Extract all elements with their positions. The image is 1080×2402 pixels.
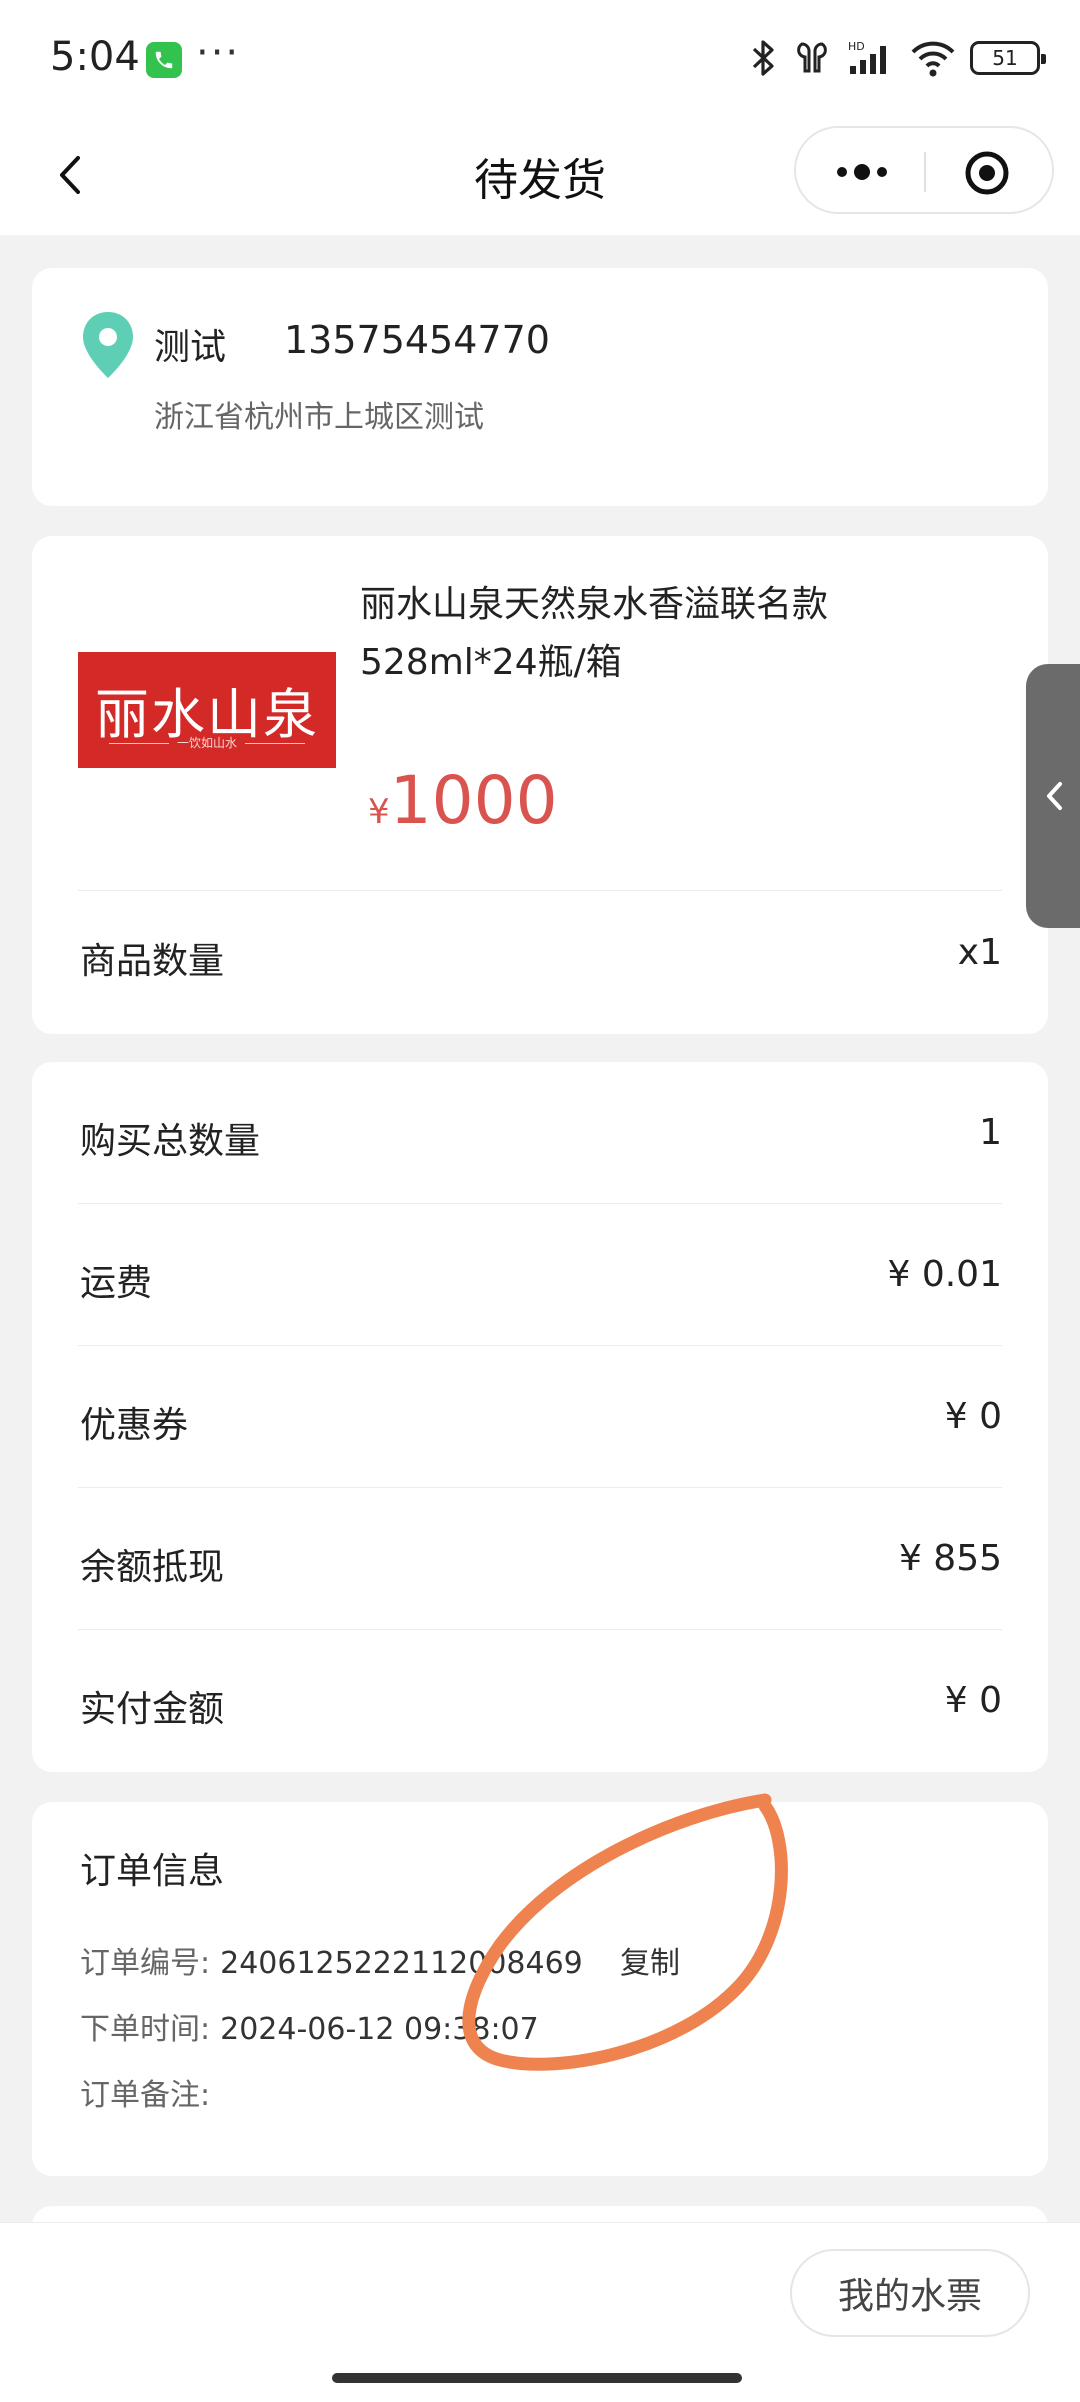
summary-row-coupon[interactable]: 优惠券 ¥ 0 xyxy=(32,1346,1048,1488)
order-number-value: 2406125222112008469 xyxy=(220,1946,583,1981)
summary-label: 购买总数量 xyxy=(80,1121,261,1162)
bluetooth-icon xyxy=(752,40,774,76)
summary-value: ¥ 0 xyxy=(944,1680,1002,1721)
chevron-left-icon xyxy=(1047,782,1062,810)
order-time-label: 下单时间: xyxy=(80,2012,211,2047)
product-price: ¥1000 xyxy=(368,762,558,839)
hd-signal-icon: HD xyxy=(848,40,886,74)
status-overflow-text: ··· xyxy=(196,30,241,76)
phone-call-icon xyxy=(146,42,182,78)
summary-label: 余额抵现 xyxy=(80,1547,225,1588)
summary-row-balance: 余额抵现 ¥ 855 xyxy=(32,1488,1048,1630)
side-drawer-tab[interactable] xyxy=(1026,664,1080,928)
order-summary-card: 购买总数量 1 运费 ¥ 0.01 优惠券 ¥ 0 余额抵现 ¥ 855 实付金… xyxy=(32,1062,1048,1772)
my-water-ticket-button[interactable]: 我的水票 xyxy=(790,2249,1030,2337)
location-pin-icon xyxy=(83,312,133,378)
divider xyxy=(78,890,1002,891)
mini-program-capsule xyxy=(794,126,1054,214)
status-time: 5:04 xyxy=(50,34,140,80)
home-indicator[interactable] xyxy=(332,2373,742,2383)
battery-level: 51 xyxy=(992,46,1018,70)
bottom-action-bar: 我的水票 xyxy=(0,2222,1080,2402)
capsule-divider xyxy=(924,152,926,192)
summary-row-total-qty: 购买总数量 1 xyxy=(32,1062,1048,1204)
earbuds-icon xyxy=(797,42,827,73)
order-info-title: 订单信息 xyxy=(80,1851,225,1892)
recipient-phone: 13575454770 xyxy=(284,318,550,362)
summary-value: ¥ 855 xyxy=(898,1538,1002,1579)
summary-value: ¥ 0 xyxy=(944,1396,1002,1437)
summary-value: ¥ 0.01 xyxy=(887,1254,1002,1295)
summary-value: 1 xyxy=(979,1112,1002,1153)
summary-label: 运费 xyxy=(80,1263,153,1304)
order-remark-label: 订单备注: xyxy=(80,2078,211,2113)
order-time: 下单时间: 2024-06-12 09:38:07 xyxy=(80,2004,539,2048)
product-card: 丽水山泉 一饮如山水 丽水山泉天然泉水香溢联名款528ml*24瓶/箱 ¥100… xyxy=(32,536,1048,1034)
quantity-label: 商品数量 xyxy=(80,941,225,982)
order-time-value: 2024-06-12 09:38:07 xyxy=(220,2012,539,2047)
quantity-value: x1 xyxy=(957,932,1002,973)
wifi-icon xyxy=(911,41,955,77)
summary-row-shipping: 运费 ¥ 0.01 xyxy=(32,1204,1048,1346)
more-icon[interactable] xyxy=(832,162,892,182)
recipient-name: 测试 xyxy=(154,327,227,368)
address-card[interactable]: 测试 13575454770 浙江省杭州市上城区测试 xyxy=(32,268,1048,506)
product-name[interactable]: 丽水山泉天然泉水香溢联名款528ml*24瓶/箱 xyxy=(360,576,920,692)
target-icon[interactable] xyxy=(964,150,1010,196)
order-number: 订单编号: 2406125222112008469 xyxy=(80,1938,583,1982)
product-image[interactable]: 丽水山泉 一饮如山水 xyxy=(78,652,336,768)
nav-bar: 待发货 xyxy=(0,120,1080,235)
summary-row-paid: 实付金额 ¥ 0 xyxy=(32,1630,1048,1772)
product-image-slogan: 一饮如山水 xyxy=(78,734,336,751)
order-number-label: 订单编号: xyxy=(80,1946,211,1981)
price-amount: 1000 xyxy=(389,762,558,839)
status-bar: 5:04 ··· HD 51 xyxy=(0,0,1080,120)
svg-text:HD: HD xyxy=(848,40,865,53)
price-currency: ¥ xyxy=(368,792,390,832)
summary-label: 实付金额 xyxy=(80,1689,225,1730)
copy-button[interactable]: 复制 xyxy=(620,1938,680,1982)
battery-icon: 51 xyxy=(970,41,1046,75)
order-remark: 订单备注: xyxy=(80,2070,210,2114)
order-info-card: 订单信息 订单编号: 2406125222112008469 复制 下单时间: 20… xyxy=(32,1802,1048,2176)
recipient-address: 浙江省杭州市上城区测试 xyxy=(154,400,484,435)
summary-label: 优惠券 xyxy=(80,1405,189,1446)
